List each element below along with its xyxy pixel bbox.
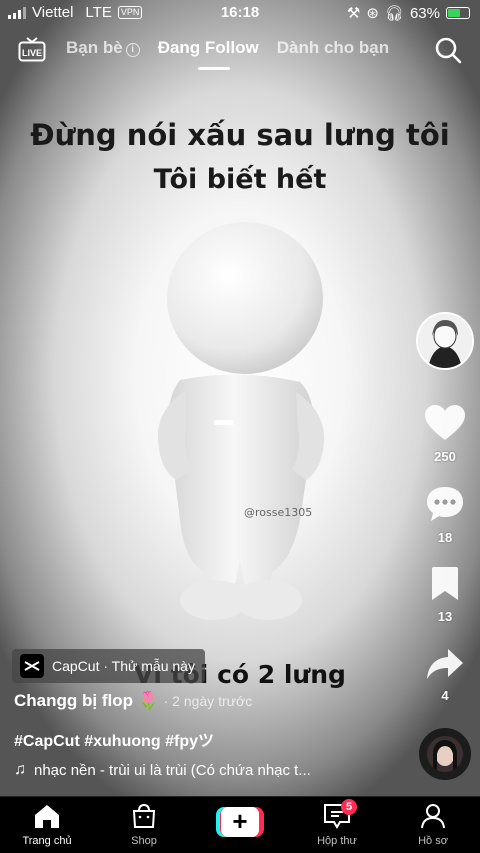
music-disc[interactable] [419, 728, 471, 780]
nav-profile[interactable]: Hồ sơ [393, 803, 473, 847]
nav-home[interactable]: Trang chủ [7, 803, 87, 847]
nav-inbox[interactable]: 5 Hộp thư [297, 799, 377, 847]
music-title: nhạc nền - trùi ui là trùi (Có chứa nhạc… [34, 761, 311, 779]
bottom-navigation: Trang chủ Shop + 5 Hộp thư Hồ sơ [0, 796, 480, 853]
capcut-icon [20, 654, 44, 678]
tab-friends-label: Bạn bè [66, 38, 123, 57]
live-icon[interactable]: LIVE [18, 36, 46, 62]
share-button[interactable]: 4 [418, 647, 472, 703]
comment-count: 18 [437, 530, 453, 545]
battery-icon [446, 7, 470, 19]
headphones-icon: 🎧︎ [384, 5, 404, 22]
nav-home-label: Trang chủ [22, 835, 72, 847]
capcut-tag-label: CapCut · Thử mẫu này [52, 658, 195, 674]
nav-profile-label: Hồ sơ [418, 835, 448, 847]
avatar-image [418, 314, 472, 368]
home-icon [35, 805, 59, 828]
share-icon [427, 649, 463, 679]
capcut-template-tag[interactable]: CapCut · Thử mẫu này [12, 649, 205, 683]
author-line: Changg bị flop 🌷 · 2 ngày trước [14, 691, 252, 711]
video-watermark: @rosse1305 [244, 506, 313, 519]
hashtags[interactable]: #CapCut #xuhuong #fpyツ [14, 727, 214, 751]
heart-icon [425, 405, 465, 440]
author-name[interactable]: Changg bị flop 🌷 [14, 691, 159, 710]
music-line[interactable]: ♫ nhạc nền - trùi ui là trùi (Có chứa nh… [14, 761, 311, 779]
info-icon: i [125, 43, 140, 57]
battery-percent: 63% [409, 4, 440, 22]
like-button[interactable]: 250 [418, 404, 472, 464]
save-button[interactable]: 13 [418, 566, 472, 624]
nav-inbox-label: Hộp thư [317, 835, 357, 847]
tab-for-you[interactable]: Dành cho bạn [277, 38, 389, 58]
top-navigation: LIVE Bạn bè i Đang Follow Dành cho bạn [0, 30, 480, 74]
comment-icon [427, 487, 463, 521]
music-note-icon: ♫ [14, 761, 26, 778]
live-label: LIVE [22, 48, 42, 58]
shop-icon [132, 803, 156, 828]
share-count: 4 [441, 688, 449, 703]
status-bar: Viettel LTE VPN 16:18 ⚒ ⊛ 🎧︎ 63% [0, 0, 480, 26]
comment-button[interactable]: 18 [418, 485, 472, 545]
lock-rotation-icon: ⊛ [366, 5, 379, 22]
create-icon: + [221, 807, 259, 837]
bookmark-icon [432, 567, 458, 600]
tab-following[interactable]: Đang Follow [158, 38, 259, 70]
like-count: 250 [434, 449, 456, 464]
tab-friends[interactable]: Bạn bè i [66, 38, 140, 58]
search-icon[interactable] [434, 36, 462, 64]
creator-avatar[interactable] [416, 312, 474, 370]
profile-icon [421, 804, 445, 829]
post-time: · 2 ngày trước [163, 693, 253, 709]
create-button[interactable]: + [216, 807, 264, 837]
music-disc-image [427, 736, 463, 772]
nav-shop[interactable]: Shop [104, 803, 184, 847]
nav-shop-label: Shop [131, 835, 157, 847]
save-count: 13 [437, 609, 453, 624]
inbox-badge: 5 [341, 799, 357, 815]
tools-icon: ⚒ [346, 5, 361, 22]
